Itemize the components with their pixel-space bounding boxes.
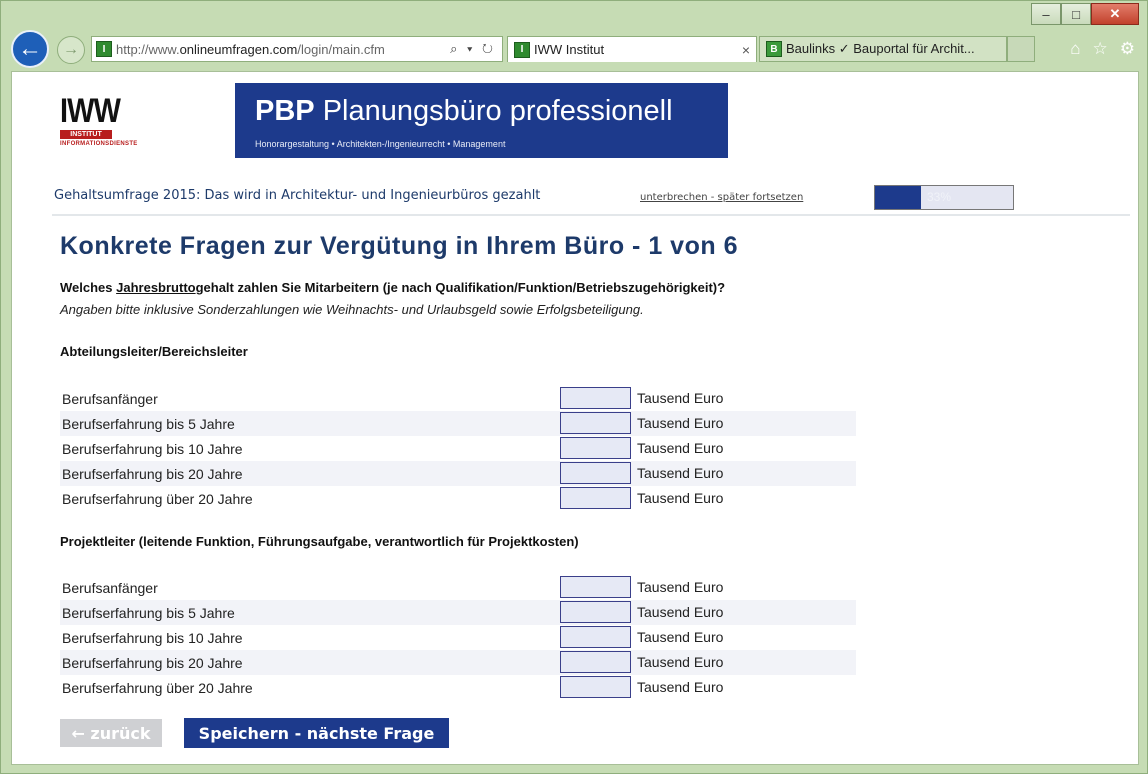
- salary-input[interactable]: [560, 601, 631, 623]
- table-row: Berufsanfänger Tausend Euro: [60, 386, 856, 411]
- progress-fill: [875, 186, 921, 209]
- maximize-button[interactable]: □: [1061, 3, 1091, 25]
- survey-title: Gehaltsumfrage 2015: Das wird in Archite…: [54, 188, 541, 203]
- tab-favicon-icon: I: [514, 41, 530, 58]
- navigation-bar: ← → I http://www. onlineumfragen.com/logi…: [1, 27, 1147, 71]
- table-row: Berufserfahrung bis 10 Jahre Tausend Euro: [60, 436, 856, 461]
- table-row: Berufserfahrung bis 5 Jahre Tausend Euro: [60, 600, 856, 625]
- tab-baulinks[interactable]: B Baulinks ✓ Bauportal für Archit...: [759, 36, 1007, 62]
- address-bar[interactable]: I http://www. onlineumfragen.com/login/ma…: [91, 36, 503, 62]
- salary-input[interactable]: [560, 676, 631, 698]
- browser-window: – □ ✕ ← → I http://www. onlineumfragen.co…: [0, 0, 1148, 774]
- url-prefix: http://www.: [116, 41, 180, 57]
- salary-input[interactable]: [560, 387, 631, 409]
- address-tools-icon[interactable]: ⌕ ▾ ↻: [450, 41, 502, 57]
- unit-label: Tausend Euro: [637, 579, 724, 595]
- logo-subtitle: INFORMATIONSDIENSTE: [60, 141, 138, 147]
- unit-label: Tausend Euro: [637, 415, 724, 431]
- browser-toolbar-icons: ⌂ ☆ ⚙: [1070, 39, 1135, 59]
- table-row: Berufsanfänger Tausend Euro: [60, 575, 856, 600]
- row-label: Berufserfahrung bis 20 Jahre: [62, 465, 243, 482]
- unit-label: Tausend Euro: [637, 465, 724, 481]
- table-row: Berufserfahrung bis 20 Jahre Tausend Euro: [60, 461, 856, 486]
- unit-label: Tausend Euro: [637, 390, 724, 406]
- tab-favicon-icon: B: [766, 41, 782, 57]
- unit-label: Tausend Euro: [637, 679, 724, 695]
- row-label: Berufsanfänger: [62, 579, 158, 596]
- salary-input[interactable]: [560, 437, 631, 459]
- close-window-button[interactable]: ✕: [1091, 3, 1139, 25]
- progress-bar: 33%: [874, 185, 1014, 210]
- logo-text: IWW: [60, 92, 121, 130]
- minimize-button[interactable]: –: [1031, 3, 1061, 25]
- table-row: Berufserfahrung bis 10 Jahre Tausend Euro: [60, 625, 856, 650]
- settings-gear-icon[interactable]: ⚙: [1120, 39, 1135, 59]
- tab-label: Baulinks ✓ Bauportal für Archit...: [786, 41, 975, 56]
- save-next-button[interactable]: Speichern - nächste Frage: [184, 718, 449, 748]
- pbp-banner[interactable]: PBP Planungsbüro professionell Honorarge…: [235, 83, 728, 158]
- page-content: IWW INSTITUT INFORMATIONSDIENSTE PBP Pla…: [11, 71, 1139, 765]
- new-tab-button[interactable]: [1007, 36, 1035, 62]
- tab-label: IWW Institut: [534, 42, 605, 57]
- unit-label: Tausend Euro: [637, 440, 724, 456]
- section-rows-projektleiter: Berufsanfänger Tausend Euro Berufserfahru…: [60, 575, 856, 700]
- row-label: Berufserfahrung bis 20 Jahre: [62, 654, 243, 671]
- unit-label: Tausend Euro: [637, 490, 724, 506]
- unit-label: Tausend Euro: [637, 654, 724, 670]
- banner-tagline: Honorargestaltung • Architekten-/Ingenie…: [255, 139, 506, 149]
- section-title-projektleiter: Projektleiter (leitende Funktion, Führun…: [60, 534, 579, 549]
- browser-back-button[interactable]: ←: [11, 30, 49, 68]
- arrow-right-icon: →: [63, 41, 79, 58]
- salary-input[interactable]: [560, 487, 631, 509]
- row-label: Berufsanfänger: [62, 390, 158, 407]
- row-label: Berufserfahrung bis 10 Jahre: [62, 440, 243, 457]
- row-label: Berufserfahrung bis 5 Jahre: [62, 415, 235, 432]
- window-controls: – □ ✕: [1031, 3, 1139, 25]
- site-favicon-icon: I: [96, 41, 112, 57]
- row-label: Berufserfahrung über 20 Jahre: [62, 679, 253, 696]
- logo-bar: INSTITUT: [60, 130, 112, 139]
- pause-survey-link[interactable]: unterbrechen - später fortsetzen: [640, 192, 803, 203]
- page-title: Konkrete Fragen zur Vergütung in Ihrem B…: [60, 232, 738, 260]
- favorites-star-icon[interactable]: ☆: [1093, 39, 1108, 59]
- tab-iww-institut[interactable]: I IWW Institut ×: [507, 36, 757, 62]
- url-host: onlineumfragen.com: [179, 41, 298, 57]
- banner-title: PBP Planungsbüro professionell: [255, 95, 673, 127]
- home-icon[interactable]: ⌂: [1070, 39, 1080, 59]
- row-label: Berufserfahrung über 20 Jahre: [62, 490, 253, 507]
- table-row: Berufserfahrung über 20 Jahre Tausend Eur…: [60, 486, 856, 511]
- salary-input[interactable]: [560, 626, 631, 648]
- row-label: Berufserfahrung bis 10 Jahre: [62, 629, 243, 646]
- question-hint: Angaben bitte inklusive Sonderzahlungen …: [60, 302, 644, 317]
- arrow-left-icon: ←: [18, 35, 42, 62]
- table-row: Berufserfahrung bis 20 Jahre Tausend Euro: [60, 650, 856, 675]
- unit-label: Tausend Euro: [637, 604, 724, 620]
- salary-input[interactable]: [560, 412, 631, 434]
- header-divider: [52, 214, 1130, 216]
- url-path: /login/main.cfm: [297, 41, 385, 57]
- question-text: Welches Jahresbruttogehalt zahlen Sie Mi…: [60, 280, 726, 295]
- salary-input[interactable]: [560, 651, 631, 673]
- table-row: Berufserfahrung bis 5 Jahre Tausend Euro: [60, 411, 856, 436]
- salary-input[interactable]: [560, 462, 631, 484]
- section-title-abteilungsleiter: Abteilungsleiter/Bereichsleiter: [60, 344, 248, 359]
- unit-label: Tausend Euro: [637, 629, 724, 645]
- row-label: Berufserfahrung bis 5 Jahre: [62, 604, 235, 621]
- progress-label: 33%: [927, 190, 952, 204]
- tab-close-icon[interactable]: ×: [742, 42, 750, 58]
- browser-forward-button[interactable]: →: [57, 36, 85, 64]
- table-row: Berufserfahrung über 20 Jahre Tausend Eur…: [60, 675, 856, 700]
- salary-input[interactable]: [560, 576, 631, 598]
- back-button[interactable]: ← zurück: [60, 719, 162, 747]
- iww-logo[interactable]: IWW INSTITUT INFORMATIONSDIENSTE: [60, 94, 180, 147]
- section-rows-abteilungsleiter: Berufsanfänger Tausend Euro Berufserfahru…: [60, 386, 856, 511]
